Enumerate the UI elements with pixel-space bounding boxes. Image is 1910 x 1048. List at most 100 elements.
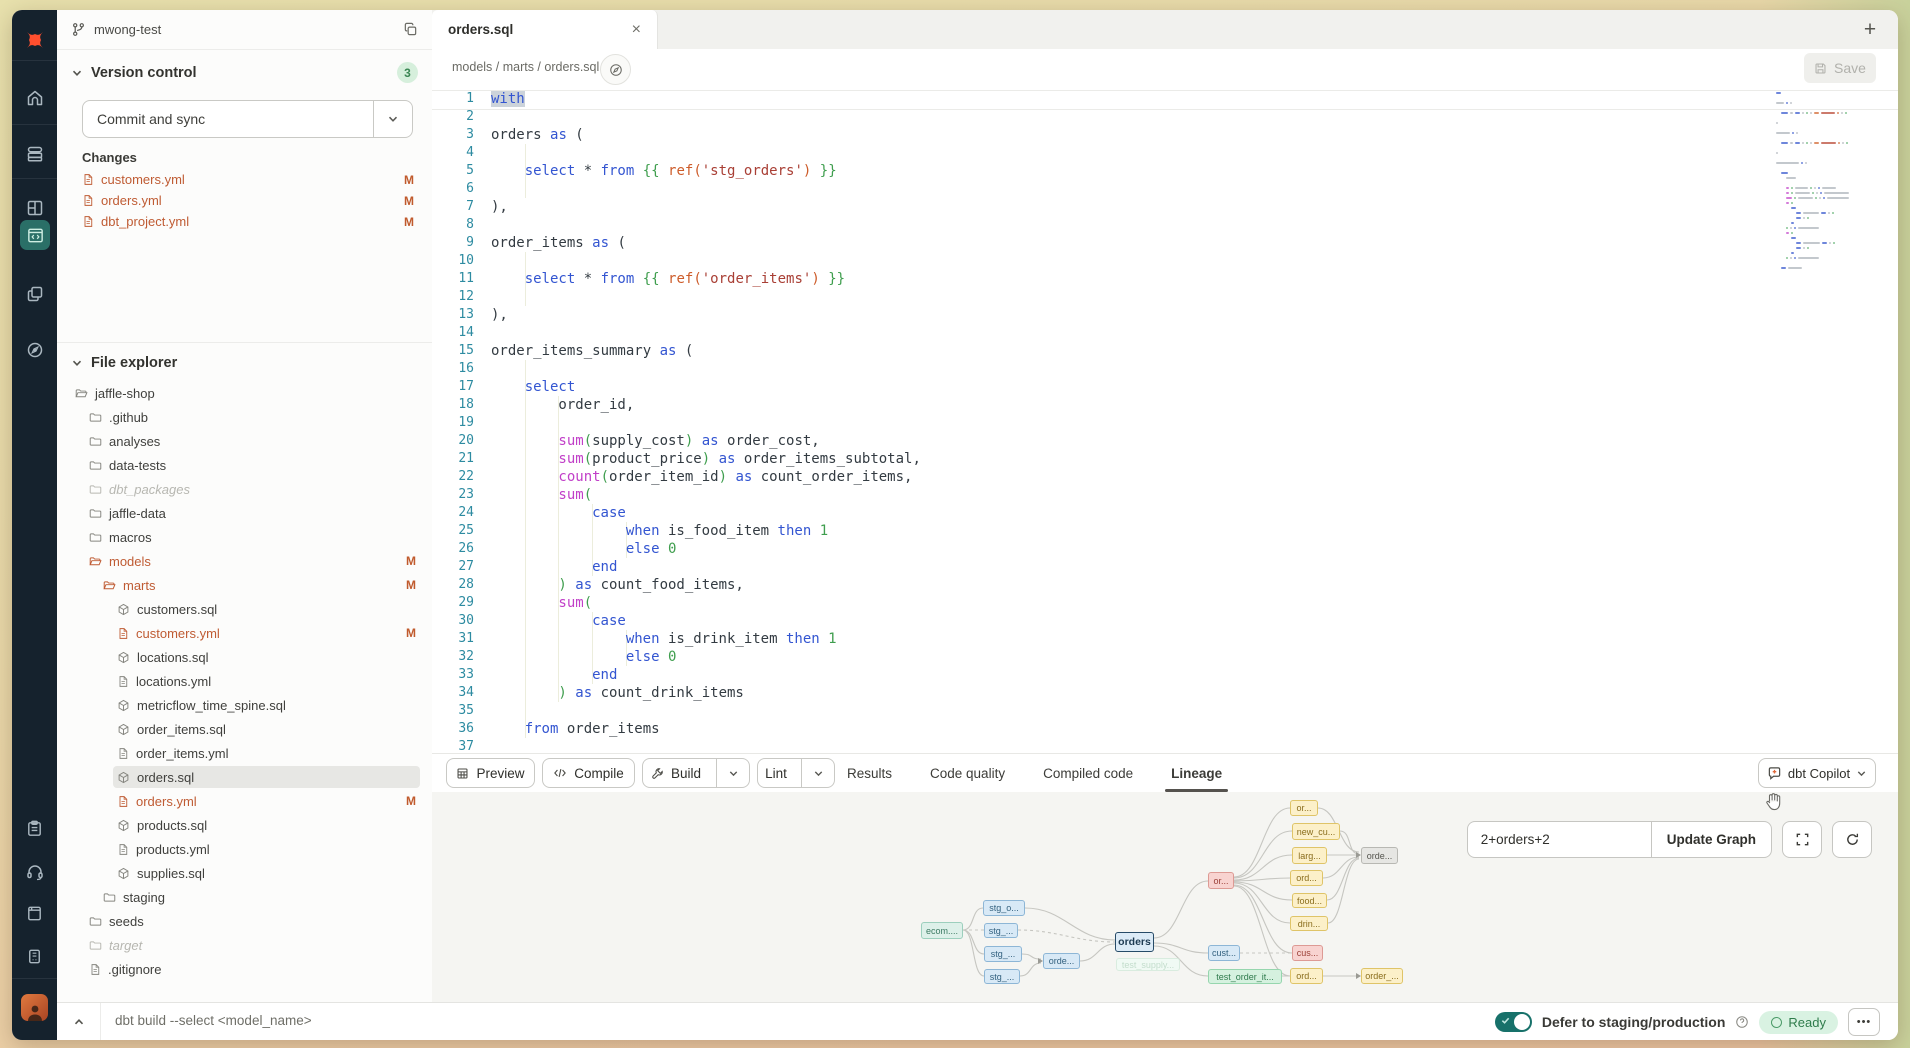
tree-item--github[interactable]: .github [57, 405, 432, 429]
lineage-node[interactable]: or... [1290, 800, 1318, 816]
orchestration-icon[interactable] [12, 272, 57, 316]
collapse-command-bar-button[interactable] [57, 1003, 101, 1040]
lineage-node[interactable]: food... [1292, 893, 1327, 908]
changed-file[interactable]: customers.ymlM [82, 169, 418, 190]
code-line-2[interactable] [491, 108, 1766, 126]
close-icon[interactable]: × [632, 21, 641, 39]
lineage-node[interactable]: test_supply... [1116, 958, 1180, 971]
minimap[interactable] [1774, 92, 1838, 312]
code-line-33[interactable]: end [491, 666, 1766, 684]
code-line-22[interactable]: count(order_item_id) as count_order_item… [491, 468, 1766, 486]
code-line-36[interactable]: from order_items [491, 720, 1766, 738]
lineage-node[interactable]: order_... [1361, 968, 1403, 984]
command-input[interactable]: dbt build --select <model_name> [115, 1013, 312, 1028]
lineage-node[interactable]: ord... [1290, 968, 1323, 984]
changed-file[interactable]: dbt_project.ymlM [82, 211, 418, 232]
tree-item-customers-sql[interactable]: customers.sql [57, 597, 432, 621]
code-line-16[interactable] [491, 360, 1766, 378]
save-button[interactable]: Save [1804, 53, 1876, 83]
tree-item-analyses[interactable]: analyses [57, 429, 432, 453]
tree-item-locations-yml[interactable]: locations.yml [57, 669, 432, 693]
code-line-35[interactable] [491, 702, 1766, 720]
lineage-node[interactable]: or... [1208, 872, 1234, 889]
tree-item--gitignore[interactable]: .gitignore [57, 957, 432, 981]
code-line-25[interactable]: when is_food_item then 1 [491, 522, 1766, 540]
code-line-19[interactable] [491, 414, 1766, 432]
lineage-node[interactable]: stg_... [984, 969, 1020, 984]
code-line-30[interactable]: case [491, 612, 1766, 630]
code-line-24[interactable]: case [491, 504, 1766, 522]
defer-toggle[interactable] [1495, 1012, 1532, 1032]
code-line-29[interactable]: sum( [491, 594, 1766, 612]
code-line-27[interactable]: end [491, 558, 1766, 576]
code-line-1[interactable]: with [491, 90, 1766, 108]
dbt-copilot-button[interactable]: dbt Copilot [1758, 758, 1876, 788]
lineage-node[interactable]: ord... [1290, 870, 1323, 886]
code-line-37[interactable] [491, 738, 1766, 753]
code-line-17[interactable]: select [491, 378, 1766, 396]
code-editor[interactable]: 1234567891011121314151617181920212223242… [432, 88, 1898, 753]
tab-code-quality[interactable]: Code quality [930, 754, 1005, 792]
develop-ide-icon[interactable] [20, 220, 50, 250]
dbt-logo-icon[interactable] [12, 18, 57, 62]
code-line-5[interactable]: select * from {{ ref('stg_orders') }} [491, 162, 1766, 180]
build-button[interactable]: Build [642, 758, 750, 788]
lineage-node[interactable]: stg_o... [983, 900, 1025, 916]
refresh-button[interactable] [1832, 821, 1872, 858]
update-graph-button[interactable]: Update Graph [1651, 821, 1772, 858]
code-line-4[interactable] [491, 144, 1766, 162]
lineage-node[interactable]: cust... [1208, 945, 1240, 961]
tree-item-orders-sql[interactable]: orders.sql [57, 765, 432, 789]
lineage-node[interactable]: stg_... [984, 946, 1022, 962]
environments-icon[interactable] [12, 132, 57, 176]
lineage-node[interactable]: new_cu... [1292, 823, 1340, 840]
code-line-8[interactable] [491, 216, 1766, 234]
code-line-9[interactable]: order_items as ( [491, 234, 1766, 252]
tree-item-orders-yml[interactable]: orders.ymlM [57, 789, 432, 813]
lineage-node[interactable]: larg... [1292, 847, 1327, 864]
code-line-6[interactable] [491, 180, 1766, 198]
code-line-7[interactable]: ), [491, 198, 1766, 216]
tree-item-target[interactable]: target [57, 933, 432, 957]
tree-item-metricflow-time-spine-sql[interactable]: metricflow_time_spine.sql [57, 693, 432, 717]
code-line-10[interactable] [491, 252, 1766, 270]
user-avatar[interactable] [21, 994, 48, 1021]
version-control-header[interactable]: Version control 3 [71, 62, 418, 83]
code-line-14[interactable] [491, 324, 1766, 342]
code-line-26[interactable]: else 0 [491, 540, 1766, 558]
tab-compiled-code[interactable]: Compiled code [1043, 754, 1133, 792]
code-line-20[interactable]: sum(supply_cost) as order_cost, [491, 432, 1766, 450]
tree-item-order-items-yml[interactable]: order_items.yml [57, 741, 432, 765]
graph-selector-input[interactable]: 2+orders+2 [1467, 821, 1651, 858]
more-options-button[interactable]: ••• [1848, 1008, 1880, 1036]
lineage-node[interactable]: stg_... [984, 923, 1018, 938]
lineage-node[interactable]: orde... [1361, 847, 1398, 864]
lint-options-chevron[interactable] [801, 759, 834, 787]
tree-item-products-sql[interactable]: products.sql [57, 813, 432, 837]
code-line-13[interactable]: ), [491, 306, 1766, 324]
lineage-node[interactable]: test_order_it... [1208, 969, 1282, 984]
preview-button[interactable]: Preview [446, 758, 535, 788]
lint-button[interactable]: Lint [757, 758, 835, 788]
lineage-node[interactable]: drin... [1290, 916, 1328, 931]
tree-item-seeds[interactable]: seeds [57, 909, 432, 933]
notifications-icon[interactable] [12, 934, 57, 978]
tree-item-marts[interactable]: martsM [57, 573, 432, 597]
copilot-circle-icon[interactable] [600, 54, 631, 85]
code-line-34[interactable]: ) as count_drink_items [491, 684, 1766, 702]
lineage-node[interactable]: ecom.... [921, 922, 963, 939]
tree-item-macros[interactable]: macros [57, 525, 432, 549]
fullscreen-button[interactable] [1782, 821, 1822, 858]
code-line-31[interactable]: when is_drink_item then 1 [491, 630, 1766, 648]
code-line-18[interactable]: order_id, [491, 396, 1766, 414]
docs-icon[interactable] [12, 891, 57, 935]
tasks-icon[interactable] [12, 806, 57, 850]
code-line-23[interactable]: sum( [491, 486, 1766, 504]
code-line-21[interactable]: sum(product_price) as order_items_subtot… [491, 450, 1766, 468]
tree-item-staging[interactable]: staging [57, 885, 432, 909]
new-tab-button[interactable]: + [1856, 16, 1884, 44]
commit-options-chevron[interactable] [373, 101, 412, 137]
tree-item-customers-yml[interactable]: customers.ymlM [57, 621, 432, 645]
changed-file[interactable]: orders.ymlM [82, 190, 418, 211]
lineage-node[interactable]: orders [1115, 932, 1154, 952]
